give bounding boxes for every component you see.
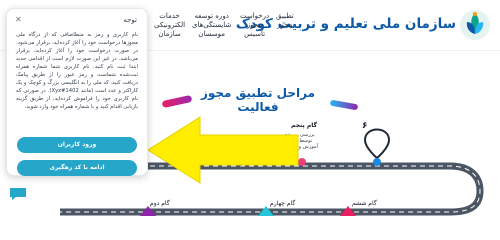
close-icon[interactable]: ✕ [15,15,22,24]
login-button[interactable]: ورود کاربران [17,137,137,153]
continue-tracking-code-button[interactable]: ادامه با کد رهگیری [17,160,137,176]
logo-icon [460,10,490,40]
step-2-label: گام دوم [150,200,170,207]
step-4-label: گام چهارم [270,200,296,207]
nav-item-e-services[interactable]: خدمات الکترونیکی سازمان [154,12,185,39]
brand[interactable]: سازمان ملی تعلیم و تربیت کودک [236,6,492,44]
nav-item-founder-course[interactable]: دوره توسعه شایستگی‌های موسسان [192,12,231,39]
step-6-number: ۶ [362,121,368,131]
panel-title: توجه [123,16,137,24]
chat-icon[interactable] [8,186,28,202]
step-6-marker [363,128,391,166]
info-panel: توجه ✕ نام کاربری و رمز به منظاضافی که ا… [6,8,148,176]
step-6-label: گام ششم [352,200,377,207]
nav-item-license-adaptation[interactable]: تطبیق مجوز [276,12,294,30]
pointer-arrow-icon [148,116,299,184]
nav-item-establish-request[interactable]: درخواست مجوز تاسیس [240,12,269,39]
panel-body-text: نام کاربری و رمز به منظاضافی که از درگاه… [16,32,138,110]
